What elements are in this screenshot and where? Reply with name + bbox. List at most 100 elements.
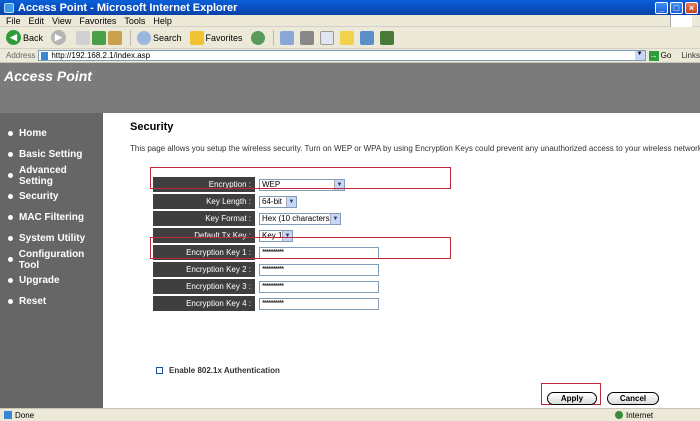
- go-arrow-icon: →: [648, 50, 659, 61]
- maximize-button[interactable]: □: [670, 1, 683, 14]
- encryption-key-4-row: Encryption Key 4 : **********: [153, 295, 379, 312]
- sidebar-item-security[interactable]: Security: [0, 186, 103, 207]
- page-done-icon: [4, 411, 12, 419]
- banner: Access Point: [0, 63, 700, 113]
- back-button[interactable]: ◀ Back: [6, 30, 43, 45]
- go-button[interactable]: → Go: [648, 50, 672, 61]
- sidebar-item-basic-setting[interactable]: Basic Setting: [0, 144, 103, 165]
- discuss-icon[interactable]: [339, 30, 354, 45]
- sidebar-item-label: Reset: [19, 296, 47, 307]
- close-button[interactable]: ×: [685, 1, 698, 14]
- status-text: Done: [15, 410, 35, 420]
- sidebar-item-label: Basic Setting: [19, 149, 83, 160]
- encryption-key-3-label: Encryption Key 3 :: [153, 279, 255, 294]
- default-tx-key-select[interactable]: Key 1 ▼: [259, 229, 293, 242]
- star-icon: [189, 30, 204, 45]
- stop-icon[interactable]: [76, 30, 91, 45]
- print-icon[interactable]: [299, 30, 314, 45]
- auth-checkbox[interactable]: [156, 367, 163, 374]
- encryption-key-2-label: Encryption Key 2 :: [153, 262, 255, 277]
- encryption-key-3-input[interactable]: **********: [259, 280, 379, 293]
- menu-tools[interactable]: Tools: [124, 16, 145, 26]
- links-button[interactable]: Links: [681, 51, 700, 60]
- key-length-label: Key Length :: [153, 194, 255, 209]
- encryption-key-3-row: Encryption Key 3 : **********: [153, 278, 379, 295]
- default-tx-key-value: Key 1: [262, 231, 283, 240]
- search-icon: [137, 30, 152, 45]
- key-length-value: 64-bit: [262, 197, 283, 206]
- bullet-icon: [8, 299, 13, 304]
- sidebar-item-label: Security: [19, 191, 59, 202]
- refresh-icon[interactable]: [92, 30, 107, 45]
- page-title: Security: [130, 121, 174, 133]
- key-format-select[interactable]: Hex (10 characters) ▼: [259, 212, 341, 225]
- edit-icon[interactable]: [319, 30, 334, 45]
- favorites-button[interactable]: Favorites: [189, 30, 243, 45]
- sidebar-item-label: MAC Filtering: [19, 212, 84, 223]
- sidebar-item-system-utility[interactable]: System Utility: [0, 228, 103, 249]
- search-button[interactable]: Search: [137, 30, 182, 45]
- sidebar-item-reset[interactable]: Reset: [0, 291, 103, 312]
- bullet-icon: [8, 278, 13, 283]
- page-icon: [41, 51, 49, 60]
- history-icon[interactable]: [250, 30, 265, 45]
- minimize-button[interactable]: _: [655, 1, 668, 14]
- apply-button[interactable]: Apply: [547, 392, 597, 405]
- address-input[interactable]: http://192.168.2.1/index.asp ▼: [38, 50, 646, 61]
- security-form: Encryption : WEP ▼ Key Length : 64-bit ▼: [153, 176, 379, 312]
- page-content: Access Point Home Basic Setting Advanced…: [0, 63, 700, 408]
- windows-logo-icon: [670, 15, 692, 27]
- address-url: http://192.168.2.1/index.asp: [51, 51, 151, 60]
- address-dropdown-icon[interactable]: ▼: [634, 51, 645, 60]
- ie-icon: [4, 2, 14, 13]
- main-panel: Security This page allows you setup the …: [103, 113, 700, 408]
- key-format-value: Hex (10 characters): [262, 214, 333, 223]
- go-label: Go: [660, 51, 672, 60]
- key-format-label: Key Format :: [153, 211, 255, 226]
- key-length-select[interactable]: 64-bit ▼: [259, 195, 297, 208]
- mail-icon[interactable]: [279, 30, 294, 45]
- encryption-key-2-input[interactable]: **********: [259, 263, 379, 276]
- sidebar-item-configuration-tool[interactable]: Configuration Tool: [0, 249, 103, 271]
- forward-button[interactable]: ▶: [51, 30, 68, 45]
- sidebar-item-mac-filtering[interactable]: MAC Filtering: [0, 207, 103, 228]
- bullet-icon: [8, 131, 13, 136]
- encryption-value: WEP: [262, 180, 281, 189]
- sidebar-item-label: Upgrade: [19, 275, 60, 286]
- favorites-label: Favorites: [205, 32, 243, 43]
- key-format-row: Key Format : Hex (10 characters) ▼: [153, 210, 379, 227]
- globe-icon: [615, 411, 623, 419]
- research-icon[interactable]: [359, 30, 374, 45]
- zone-indicator: Internet: [615, 411, 653, 420]
- sidebar-item-upgrade[interactable]: Upgrade: [0, 270, 103, 291]
- bullet-icon: [8, 236, 13, 241]
- default-tx-key-row: Default Tx Key : Key 1 ▼: [153, 227, 379, 244]
- toolbar-separator: [130, 29, 132, 46]
- back-arrow-icon: ◀: [6, 30, 21, 45]
- back-label: Back: [23, 32, 44, 43]
- menu-favorites[interactable]: Favorites: [79, 16, 116, 26]
- menu-view[interactable]: View: [52, 16, 71, 26]
- messenger-icon[interactable]: [379, 30, 394, 45]
- menu-file[interactable]: File: [6, 16, 21, 26]
- bullet-icon: [8, 215, 13, 220]
- encryption-select[interactable]: WEP ▼: [259, 178, 345, 191]
- encryption-key-4-label: Encryption Key 4 :: [153, 296, 255, 311]
- encryption-key-2-row: Encryption Key 2 : **********: [153, 261, 379, 278]
- home-icon[interactable]: [108, 30, 123, 45]
- encryption-key-1-row: Encryption Key 1 : **********: [153, 244, 379, 261]
- bullet-icon: [8, 257, 13, 262]
- menu-edit[interactable]: Edit: [29, 16, 45, 26]
- menu-help[interactable]: Help: [153, 16, 172, 26]
- chevron-down-icon: ▼: [282, 230, 292, 241]
- sidebar-item-label: System Utility: [19, 233, 86, 244]
- auth-checkbox-row[interactable]: Enable 802.1x Authentication: [156, 366, 280, 375]
- encryption-key-4-input[interactable]: **********: [259, 297, 379, 310]
- encryption-key-1-input[interactable]: **********: [259, 246, 379, 259]
- cancel-button[interactable]: Cancel: [607, 392, 659, 405]
- sidebar-item-home[interactable]: Home: [0, 123, 103, 144]
- sidebar-item-advanced-setting[interactable]: Advanced Setting: [0, 165, 103, 187]
- zone-label: Internet: [626, 410, 654, 420]
- status-bar: Done Internet: [0, 408, 700, 421]
- chevron-down-icon: ▼: [286, 196, 296, 207]
